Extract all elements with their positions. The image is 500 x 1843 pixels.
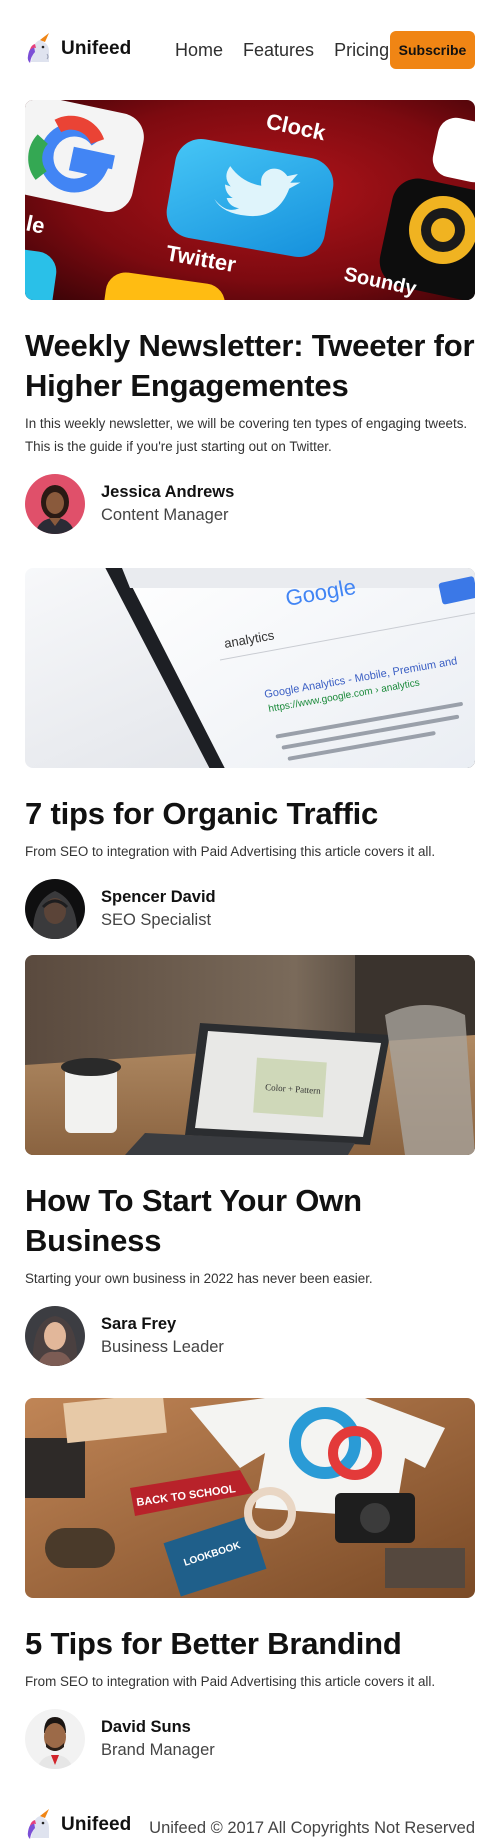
author-block: Jessica Andrews Content Manager bbox=[25, 474, 475, 534]
man-hoodie-portrait-icon bbox=[25, 879, 85, 939]
copyright-text: Unifeed © 2017 All Copyrights Not Reserv… bbox=[149, 1819, 475, 1837]
author-name[interactable]: Sara Frey bbox=[101, 1313, 224, 1336]
article-card: Color + Pattern How To Start Your Own Bu… bbox=[25, 955, 475, 1366]
author-block: Spencer David SEO Specialist bbox=[25, 879, 475, 939]
google-search-phone-photo: Google analytics Google Analytics - Mobi… bbox=[25, 568, 475, 768]
site-header: Unifeed Home Features Pricing Subscribe bbox=[0, 0, 500, 100]
author-avatar bbox=[25, 879, 85, 939]
twitter-app-icon-photo: le Clock Twitter Soundy bbox=[25, 100, 475, 300]
brand-logo-link[interactable]: Unifeed bbox=[25, 32, 131, 66]
man-portrait-icon bbox=[25, 1709, 85, 1769]
author-role: SEO Specialist bbox=[101, 911, 212, 929]
article-excerpt: In this weekly newsletter, we will be co… bbox=[25, 416, 468, 454]
woman-portrait-icon bbox=[25, 474, 85, 534]
article-title[interactable]: 7 tips for Organic Traffic bbox=[25, 794, 475, 834]
woman-scarf-portrait-icon bbox=[25, 1306, 85, 1366]
author-role: Brand Manager bbox=[101, 1741, 215, 1759]
article-title[interactable]: 5 Tips for Better Brandind bbox=[25, 1624, 475, 1664]
article-card: le Clock Twitter Soundy Weekly Newslette… bbox=[25, 100, 475, 534]
site-footer: Unifeed Unifeed © 2017 All Copyrights No… bbox=[0, 1800, 500, 1843]
nav-pricing[interactable]: Pricing bbox=[334, 30, 389, 70]
author-role: Business Leader bbox=[101, 1338, 224, 1356]
author-name[interactable]: David Suns bbox=[101, 1716, 215, 1739]
article-title[interactable]: Weekly Newsletter: Tweeter for Higher En… bbox=[25, 326, 475, 406]
brand-name: Unifeed bbox=[61, 38, 132, 59]
author-avatar bbox=[25, 1306, 85, 1366]
article-cover-image[interactable]: le Clock Twitter Soundy bbox=[25, 100, 475, 300]
laptop-desk-photo: Color + Pattern bbox=[25, 955, 475, 1155]
nav-features[interactable]: Features bbox=[243, 30, 314, 70]
footer-brand-link[interactable]: Unifeed bbox=[25, 1808, 131, 1842]
article-cover-image[interactable]: Color + Pattern bbox=[25, 955, 475, 1155]
main-nav: Home Features Pricing bbox=[175, 30, 409, 70]
author-avatar bbox=[25, 474, 85, 534]
article-excerpt: From SEO to integration with Paid Advert… bbox=[25, 844, 436, 859]
article-card: BACK TO SCHOOL LOOKBOOK 5 Tips for Bette… bbox=[25, 1398, 475, 1769]
article-excerpt: From SEO to integration with Paid Advert… bbox=[25, 1674, 436, 1689]
page: Unifeed Home Features Pricing Subscribe bbox=[0, 0, 500, 1843]
article-excerpt: Starting your own business in 2022 has n… bbox=[25, 1271, 373, 1286]
branding-flatlay-photo: BACK TO SCHOOL LOOKBOOK bbox=[25, 1398, 475, 1598]
author-role: Content Manager bbox=[101, 506, 229, 524]
article-cover-image[interactable]: Google analytics Google Analytics - Mobi… bbox=[25, 568, 475, 768]
article-title[interactable]: How To Start Your Own Business bbox=[25, 1181, 475, 1261]
article-cover-image[interactable]: BACK TO SCHOOL LOOKBOOK bbox=[25, 1398, 475, 1598]
author-name[interactable]: Jessica Andrews bbox=[101, 481, 234, 504]
unicorn-logo-icon bbox=[27, 33, 49, 63]
unicorn-logo-icon bbox=[27, 1809, 49, 1839]
subscribe-button[interactable]: Subscribe bbox=[390, 31, 475, 69]
footer-brand-name: Unifeed bbox=[61, 1814, 132, 1835]
author-name[interactable]: Spencer David bbox=[101, 886, 216, 909]
author-block: Sara Frey Business Leader bbox=[25, 1306, 475, 1366]
article-card: Google analytics Google Analytics - Mobi… bbox=[25, 568, 475, 939]
author-block: David Suns Brand Manager bbox=[25, 1709, 475, 1769]
author-avatar bbox=[25, 1709, 85, 1769]
nav-home[interactable]: Home bbox=[175, 30, 223, 70]
